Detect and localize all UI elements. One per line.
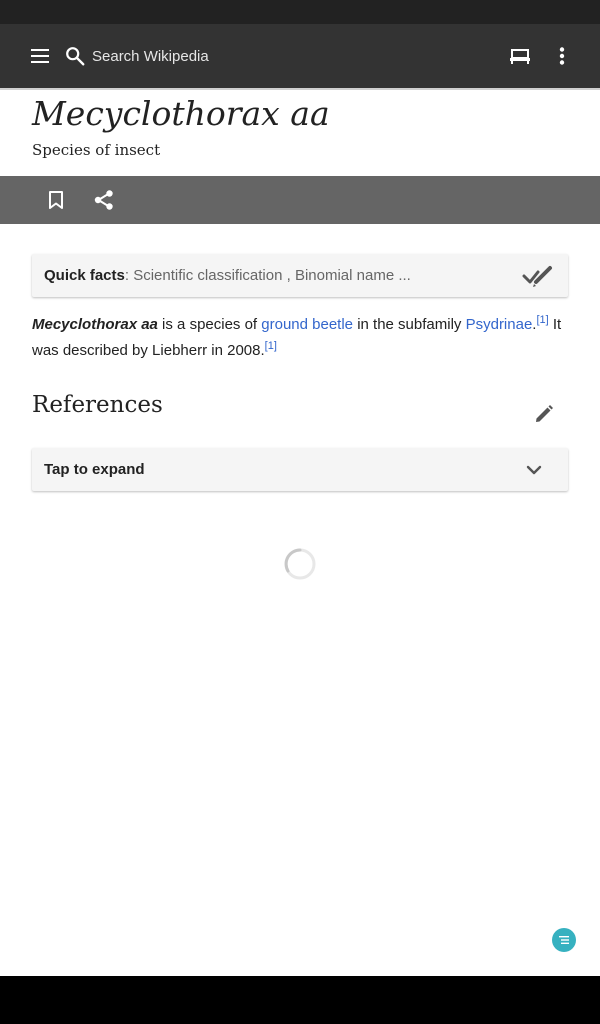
loading-spinner: [284, 548, 316, 580]
overflow-menu-button[interactable]: [548, 40, 576, 72]
article-subject: Mecyclothorax aa: [32, 316, 158, 333]
status-bar: [0, 0, 600, 24]
article-title: Mecyclothorax aa: [32, 94, 330, 133]
bookmark-icon: [49, 191, 63, 209]
app-bar: Search Wikipedia: [0, 24, 600, 88]
quick-facts-box[interactable]: Quick facts: Scientific classification ,…: [32, 254, 568, 297]
share-icon: [94, 190, 113, 210]
save-button[interactable]: [40, 184, 72, 216]
link-psydrinae[interactable]: Psydrinae: [466, 316, 533, 333]
article-action-bar: [0, 176, 600, 224]
pencil-icon: [536, 405, 553, 422]
expand-label: Tap to expand: [44, 461, 145, 478]
menu-button[interactable]: [24, 40, 56, 72]
table-check-icon: [522, 266, 552, 287]
chevron-down-icon: [526, 465, 542, 475]
table-of-contents-button[interactable]: [552, 928, 576, 952]
more-vert-icon: [559, 47, 565, 65]
references-heading: References: [32, 392, 163, 418]
share-button[interactable]: [88, 184, 120, 216]
contents-icon: [559, 936, 569, 944]
article-paragraph: Mecyclothorax aa is a species of ground …: [32, 312, 568, 364]
references-expand-box[interactable]: Tap to expand: [32, 448, 568, 491]
header-divider: [0, 88, 600, 90]
article-description: Species of insect: [32, 141, 161, 159]
quick-facts-text: Quick facts: Scientific classification ,…: [44, 267, 411, 284]
paragraph-text: in the subfamily: [353, 316, 466, 333]
reference-link[interactable]: [1]: [536, 314, 548, 326]
menu-icon: [31, 49, 49, 63]
search-icon: [66, 47, 85, 66]
paragraph-text: is a species of: [157, 316, 262, 333]
link-ground-beetle[interactable]: ground beetle: [261, 316, 353, 333]
reference-link[interactable]: [1]: [265, 340, 277, 352]
system-navigation-bar: [0, 976, 600, 1024]
edit-section-button[interactable]: [528, 398, 560, 430]
reading-lists-icon: [510, 49, 530, 64]
quick-facts-title: Quick facts: [44, 267, 125, 284]
search-placeholder: Search Wikipedia: [92, 47, 209, 65]
quick-facts-separator: :: [124, 267, 130, 284]
reading-lists-button[interactable]: [504, 40, 536, 72]
quick-facts-summary: Scientific classification , Binomial nam…: [133, 267, 411, 284]
search-bar[interactable]: Search Wikipedia: [64, 38, 464, 74]
